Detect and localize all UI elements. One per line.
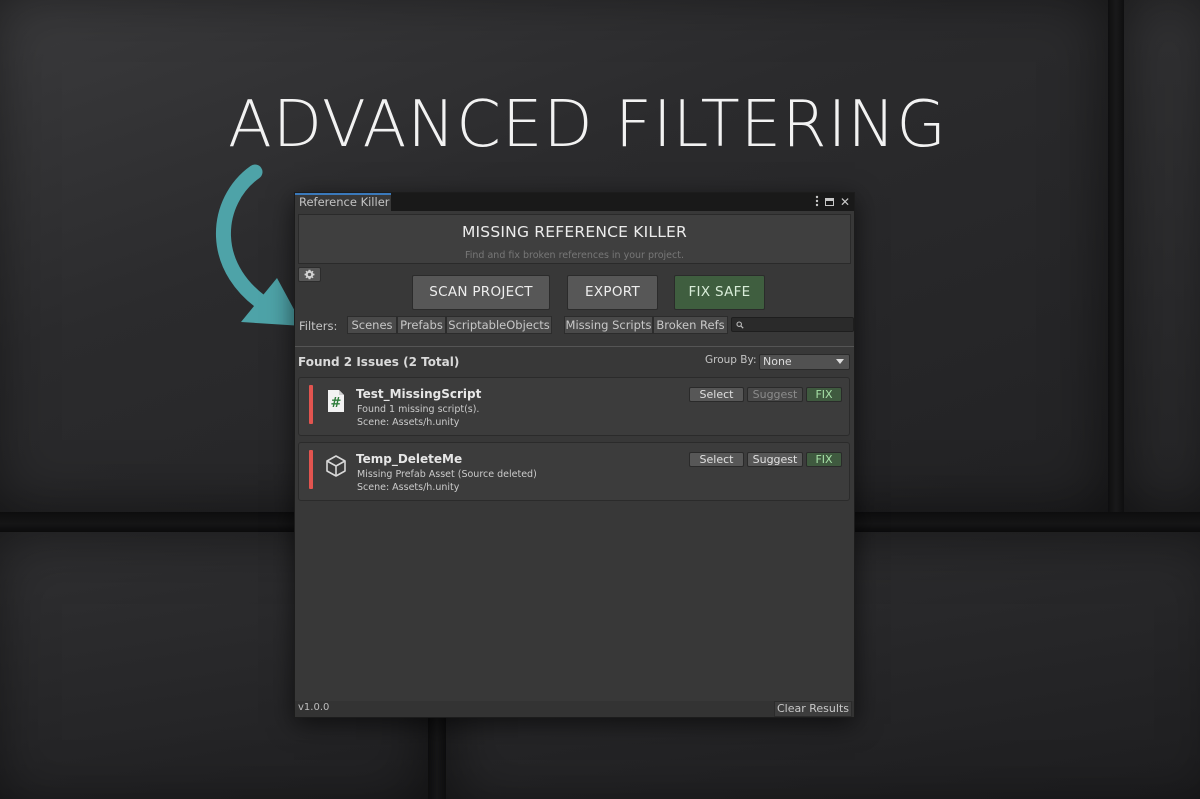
header-panel: MISSING REFERENCE KILLER Find and fix br… xyxy=(298,214,851,264)
severity-indicator xyxy=(309,385,313,424)
group-by-label: Group By: xyxy=(705,354,757,366)
filter-scenes[interactable]: Scenes xyxy=(347,316,397,334)
scan-project-button[interactable]: SCAN PROJECT xyxy=(412,275,550,310)
results-summary: Found 2 Issues (2 Total) xyxy=(298,355,460,369)
maximize-icon[interactable] xyxy=(824,198,834,206)
app-title: MISSING REFERENCE KILLER xyxy=(461,223,688,241)
background-panel xyxy=(1124,0,1200,512)
tab-reference-killer[interactable]: Reference Killer xyxy=(295,193,391,211)
svg-text:#: # xyxy=(331,396,342,411)
filter-bar: Filters: Scenes Prefabs ScriptableObject… xyxy=(295,316,854,334)
search-icon xyxy=(736,321,744,329)
issue-title: Temp_DeleteMe xyxy=(356,452,463,466)
select-button[interactable]: Select xyxy=(689,452,744,467)
status-bar: v1.0.0 Clear Results xyxy=(295,701,854,717)
script-hash-icon: # xyxy=(328,390,344,412)
divider xyxy=(295,346,854,347)
issue-row[interactable]: # Test_MissingScript Found 1 missing scr… xyxy=(298,377,850,436)
reference-killer-window: Reference Killer ✕ MISSING REFERENCE KIL… xyxy=(294,192,855,718)
fix-button[interactable]: FIX xyxy=(806,452,842,467)
fix-button[interactable]: FIX xyxy=(806,387,842,402)
select-button[interactable]: Select xyxy=(689,387,744,402)
issue-description: Missing Prefab Asset (Source deleted) xyxy=(357,469,537,480)
app-subtitle: Find and fix broken references in your p… xyxy=(465,250,684,261)
filters-label: Filters: xyxy=(299,319,338,333)
fix-safe-button[interactable]: FIX SAFE xyxy=(674,275,765,310)
suggest-button[interactable]: Suggest xyxy=(747,452,803,467)
issue-title: Test_MissingScript xyxy=(356,387,482,401)
issue-description: Found 1 missing script(s). xyxy=(357,404,480,415)
severity-indicator xyxy=(309,450,313,489)
group-by-dropdown[interactable]: None xyxy=(759,354,850,370)
window-controls: ✕ xyxy=(815,194,850,210)
tab-bar: Reference Killer ✕ xyxy=(295,193,854,211)
clear-results-button[interactable]: Clear Results xyxy=(774,701,852,717)
filter-missing-scripts[interactable]: Missing Scripts xyxy=(564,316,653,334)
filter-scriptable-objects[interactable]: ScriptableObjects xyxy=(446,316,552,334)
background-seam xyxy=(1108,0,1124,512)
version-label: v1.0.0 xyxy=(298,702,330,713)
prefab-cube-icon xyxy=(326,455,346,477)
group-by-value: None xyxy=(763,355,792,368)
settings-button[interactable] xyxy=(298,267,321,282)
search-input[interactable] xyxy=(731,317,854,332)
suggest-button: Suggest xyxy=(747,387,803,402)
issue-scene-path: Scene: Assets/h.unity xyxy=(357,417,460,428)
issue-scene-path: Scene: Assets/h.unity xyxy=(357,482,460,493)
gear-icon xyxy=(304,269,315,280)
filter-prefabs[interactable]: Prefabs xyxy=(397,316,446,334)
close-icon[interactable]: ✕ xyxy=(840,195,850,209)
dropdown-arrow-icon xyxy=(836,359,844,364)
issue-row[interactable]: Temp_DeleteMe Missing Prefab Asset (Sour… xyxy=(298,442,850,501)
filter-broken-refs[interactable]: Broken Refs xyxy=(653,316,728,334)
kebab-menu-icon[interactable] xyxy=(815,195,819,210)
headline: ADVANCED FILTERING xyxy=(228,88,947,162)
export-button[interactable]: EXPORT xyxy=(567,275,658,310)
